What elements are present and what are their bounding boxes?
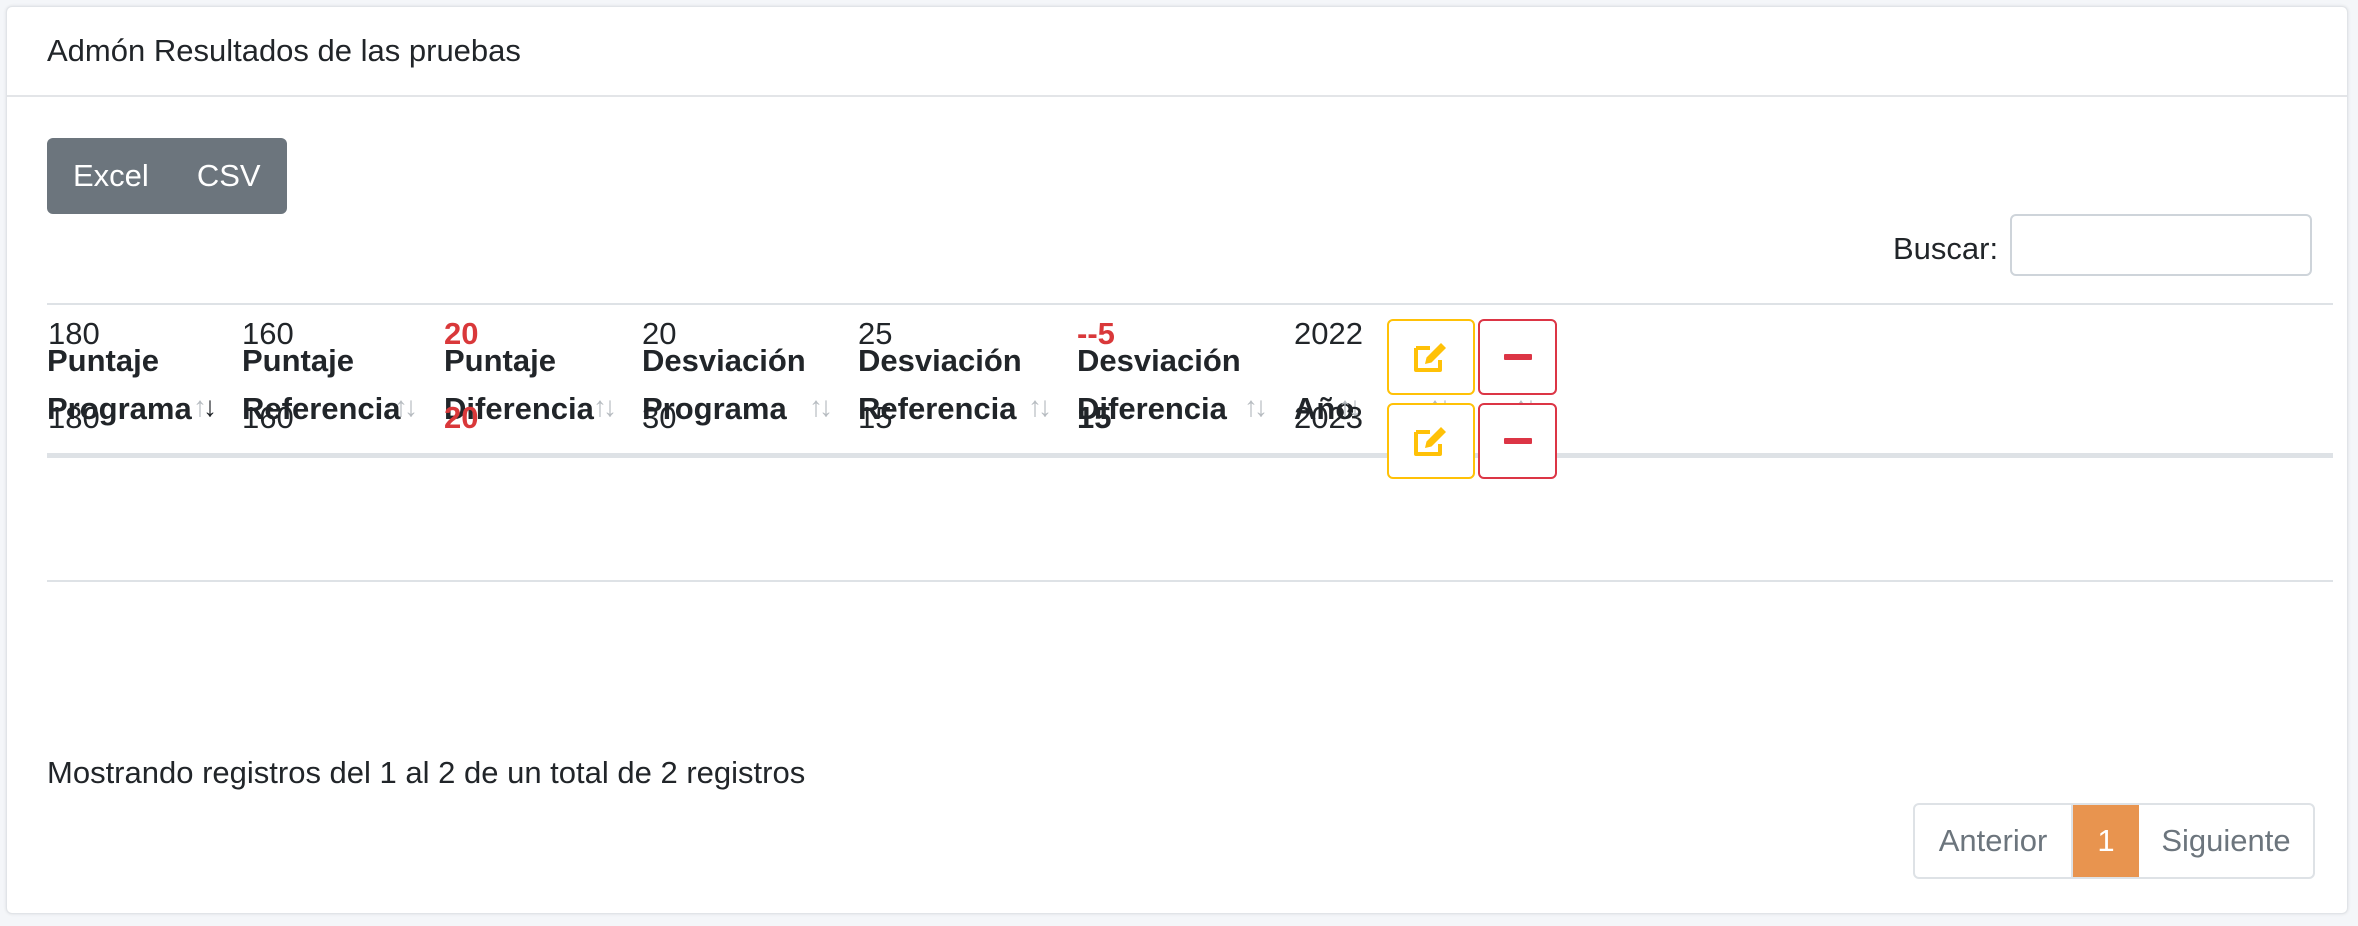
cell-anio: 2022 [1294, 316, 1363, 351]
delete-button[interactable] [1478, 319, 1557, 395]
previous-page-button[interactable]: Anterior [1915, 805, 2073, 877]
sort-icon[interactable]: ↑↓ [394, 391, 418, 423]
sort-descending-icon[interactable]: ↑↓ [193, 391, 217, 423]
cell-puntaje-programa: 180 [48, 316, 100, 351]
cell-desviacion-diferencia: --5 [1077, 316, 1115, 351]
page-1-button[interactable]: 1 [2073, 805, 2139, 877]
cell-puntaje-referencia: 160 [242, 400, 294, 435]
search-label: Buscar: [1893, 231, 1999, 266]
cell-desviacion-referencia: 15 [858, 400, 893, 435]
cell-puntaje-programa: 180 [48, 400, 100, 435]
results-card: Admón Resultados de las pruebas Excel CS… [6, 6, 2348, 914]
cell-puntaje-diferencia: 20 [444, 400, 479, 435]
sort-icon[interactable]: ↑↓ [1244, 391, 1268, 423]
pagination: Anterior 1 Siguiente [1913, 803, 2315, 879]
sort-icon[interactable]: ↑↓ [593, 391, 617, 423]
excel-export-button[interactable]: Excel [47, 138, 173, 214]
csv-export-button[interactable]: CSV [173, 138, 287, 214]
next-page-button[interactable]: Siguiente [2139, 805, 2313, 877]
table-top-divider [47, 303, 2333, 305]
search-input[interactable] [2010, 214, 2312, 276]
cell-desviacion-referencia: 25 [858, 316, 893, 351]
card-header: Admón Resultados de las pruebas [7, 7, 2347, 97]
cell-anio: 2023 [1294, 400, 1363, 435]
header-divider [47, 453, 2333, 458]
edit-button[interactable] [1387, 319, 1475, 395]
cell-desviacion-programa: 20 [642, 316, 677, 351]
table-info: Mostrando registros del 1 al 2 de un tot… [47, 755, 806, 790]
edit-button[interactable] [1387, 403, 1475, 479]
delete-button[interactable] [1478, 403, 1557, 479]
cell-puntaje-referencia: 160 [242, 316, 294, 351]
sort-icon[interactable]: ↑↓ [1028, 391, 1052, 423]
cell-desviacion-diferencia: 15 [1077, 400, 1112, 435]
row-divider [47, 580, 2333, 582]
card-title: Admón Resultados de las pruebas [47, 33, 521, 68]
minus-icon [1503, 354, 1532, 360]
minus-icon [1503, 438, 1532, 444]
edit-icon [1414, 427, 1446, 456]
cell-desviacion-programa: 30 [642, 400, 677, 435]
sort-icon[interactable]: ↑↓ [809, 391, 833, 423]
export-button-group: Excel CSV [47, 138, 287, 214]
edit-icon [1414, 343, 1446, 372]
cell-puntaje-diferencia: 20 [444, 316, 479, 351]
